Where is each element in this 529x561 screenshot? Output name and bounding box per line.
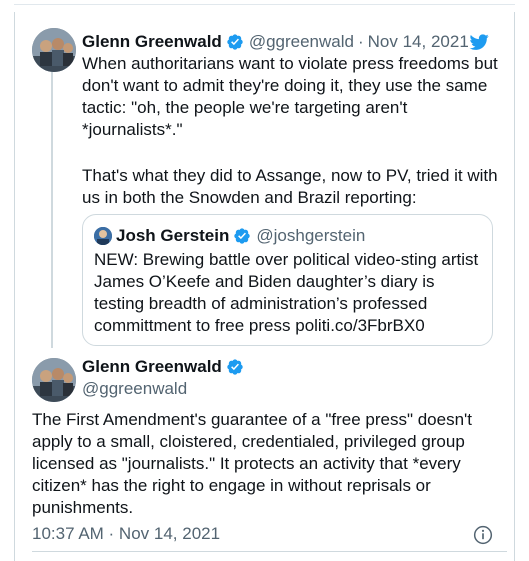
info-icon[interactable] xyxy=(473,525,493,545)
avatar-image xyxy=(32,28,76,72)
verified-badge-icon xyxy=(226,33,244,51)
reply-text-paragraph-1: When authoritarians want to violate pres… xyxy=(82,54,498,139)
verified-badge-icon xyxy=(226,358,244,376)
quoted-author-name: Josh Gerstein xyxy=(116,226,230,245)
separator: · xyxy=(357,32,364,51)
top-strip xyxy=(0,0,529,12)
quoted-author-handle: @joshgerstein xyxy=(256,226,366,245)
quoted-link[interactable]: politi.co/3FbrBX0 xyxy=(295,316,424,335)
twitter-bird-icon[interactable] xyxy=(468,32,490,52)
quoted-tweet-card[interactable]: Josh Gerstein @joshgerstein NEW: Brewing… xyxy=(82,214,493,346)
author-name[interactable]: Glenn Greenwald xyxy=(82,31,222,53)
top-divider xyxy=(14,4,515,5)
avatar-image xyxy=(32,358,76,402)
author-handle[interactable]: @ggreenwald xyxy=(249,31,354,53)
tweet-timestamp[interactable]: 10:37 AM · Nov 14, 2021 xyxy=(32,523,220,545)
verified-badge-icon xyxy=(233,227,251,245)
avatar[interactable] xyxy=(32,358,76,402)
avatar[interactable] xyxy=(32,28,76,72)
author-name[interactable]: Glenn Greenwald xyxy=(82,356,222,378)
main-tweet-text: The First Amendment's guarantee of a "fr… xyxy=(32,410,473,517)
bottom-divider xyxy=(32,551,507,552)
quoted-author-row: Josh Gerstein @joshgerstein xyxy=(116,225,365,247)
tweet-date[interactable]: Nov 14, 2021 xyxy=(368,31,469,53)
thread-connector-line xyxy=(51,70,53,348)
author-handle[interactable]: @ggreenwald xyxy=(82,378,187,400)
quoted-avatar xyxy=(94,227,112,245)
quoted-tweet-text: NEW: Brewing battle over political video… xyxy=(94,249,486,337)
reply-text-paragraph-2: That's what they did to Assange, now to … xyxy=(82,166,498,207)
reply-author-row: Glenn Greenwald @ggreenwald · Nov 14, 20… xyxy=(82,31,469,53)
main-author-row: Glenn Greenwald xyxy=(82,356,249,378)
